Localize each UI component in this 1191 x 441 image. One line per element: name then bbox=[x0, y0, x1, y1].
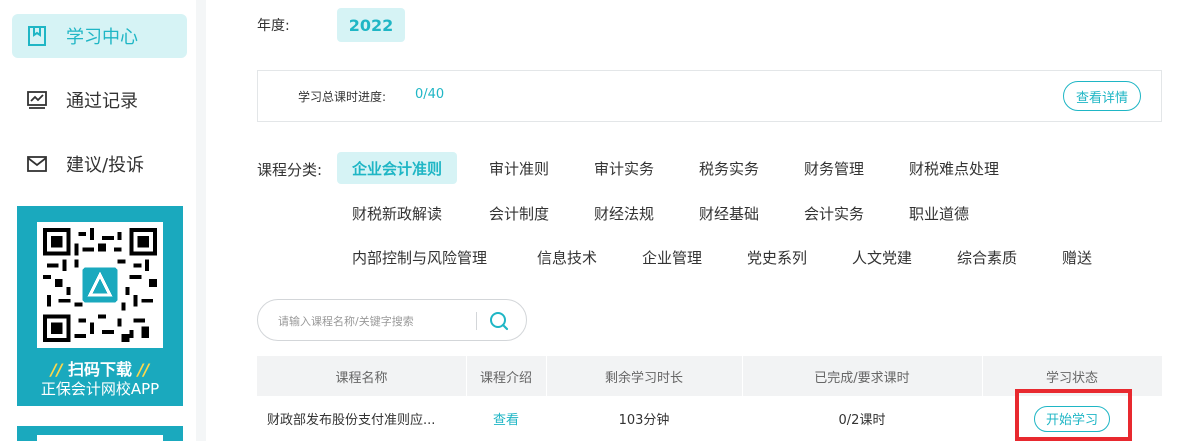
highlight-box bbox=[1015, 389, 1132, 441]
category-item[interactable]: 人文党建 bbox=[852, 241, 912, 273]
category-item[interactable]: 企业会计准则 bbox=[337, 152, 458, 184]
sidebar: 学习中心 通过记录 建议/投诉 // 扫码下载 // 正保会计网校APP bbox=[0, 0, 196, 441]
category-item[interactable]: 会计实务 bbox=[804, 197, 864, 229]
progress-label: 学习总课时进度: bbox=[298, 90, 387, 104]
sidebar-item-feedback[interactable]: 建议/投诉 bbox=[12, 142, 187, 186]
category-item[interactable]: 审计准则 bbox=[489, 152, 549, 184]
category-label: 课程分类: bbox=[257, 161, 323, 179]
chart-icon bbox=[26, 89, 48, 111]
progress-value: 0/40 bbox=[415, 87, 445, 102]
completed-hours: 0/2课时 bbox=[838, 413, 886, 428]
view-details-button[interactable]: 查看详情 bbox=[1063, 81, 1141, 111]
promo-title-text: 扫码下载 bbox=[67, 360, 132, 379]
column-header: 课程介绍 bbox=[479, 370, 532, 386]
category-item[interactable]: 审计实务 bbox=[594, 152, 654, 184]
column-header: 课程名称 bbox=[335, 370, 388, 386]
promo-slash-right: // bbox=[137, 360, 150, 379]
sidebar-item-pass-records[interactable]: 通过记录 bbox=[12, 78, 187, 122]
search-input[interactable] bbox=[278, 310, 468, 332]
qr-code bbox=[37, 222, 163, 348]
category-item[interactable]: 党史系列 bbox=[747, 241, 807, 273]
search-separator bbox=[476, 312, 477, 330]
category-item[interactable]: 职业道德 bbox=[909, 197, 969, 229]
second-promo[interactable] bbox=[17, 426, 183, 441]
category-item[interactable]: 财税难点处理 bbox=[909, 152, 999, 184]
total-progress-panel: 学习总课时进度: 0/40 查看详情 bbox=[257, 70, 1162, 122]
category-item[interactable]: 企业管理 bbox=[642, 241, 702, 273]
remaining-time: 103分钟 bbox=[618, 413, 670, 428]
mail-icon bbox=[26, 153, 48, 175]
book-icon bbox=[26, 25, 48, 47]
course-name[interactable]: 财政部发布股份支付准则应... bbox=[257, 396, 466, 441]
category-item[interactable]: 财务管理 bbox=[804, 152, 864, 184]
promo-slash-left: // bbox=[50, 360, 63, 379]
category-item[interactable]: 信息技术 bbox=[537, 241, 597, 273]
category-item[interactable]: 财税新政解读 bbox=[352, 197, 442, 229]
year-label: 年度: bbox=[257, 18, 290, 34]
search-icon[interactable] bbox=[487, 309, 511, 333]
course-intro-cell: 查看 bbox=[466, 396, 546, 441]
sidebar-item-label: 建议/投诉 bbox=[66, 155, 145, 176]
category-item[interactable]: 赠送 bbox=[1062, 241, 1092, 273]
category-item[interactable]: 财经法规 bbox=[594, 197, 654, 229]
app-download-promo[interactable]: // 扫码下载 // 正保会计网校APP bbox=[17, 206, 183, 406]
category-item[interactable]: 税务实务 bbox=[699, 152, 759, 184]
category-item[interactable]: 内部控制与风险管理 bbox=[352, 241, 487, 273]
year-chip[interactable]: 2022 bbox=[337, 8, 405, 42]
promo-title: // 扫码下载 // bbox=[17, 356, 183, 380]
sidebar-item-label: 学习中心 bbox=[66, 27, 138, 48]
second-promo-image bbox=[37, 435, 163, 441]
promo-subtitle: 正保会计网校APP bbox=[40, 380, 160, 398]
column-header: 剩余学习时长 bbox=[604, 370, 683, 386]
sidebar-item-label: 通过记录 bbox=[66, 91, 138, 112]
view-intro-link[interactable]: 查看 bbox=[493, 409, 519, 428]
course-search bbox=[257, 299, 527, 341]
category-item[interactable]: 会计制度 bbox=[489, 197, 549, 229]
year-selector: 年度: 2022 bbox=[257, 8, 405, 42]
category-item[interactable]: 财经基础 bbox=[699, 197, 759, 229]
column-header: 已完成/要求课时 bbox=[814, 370, 910, 386]
sidebar-item-study-center[interactable]: 学习中心 bbox=[12, 14, 187, 58]
sidebar-divider bbox=[196, 0, 206, 441]
category-item[interactable]: 综合素质 bbox=[957, 241, 1017, 273]
